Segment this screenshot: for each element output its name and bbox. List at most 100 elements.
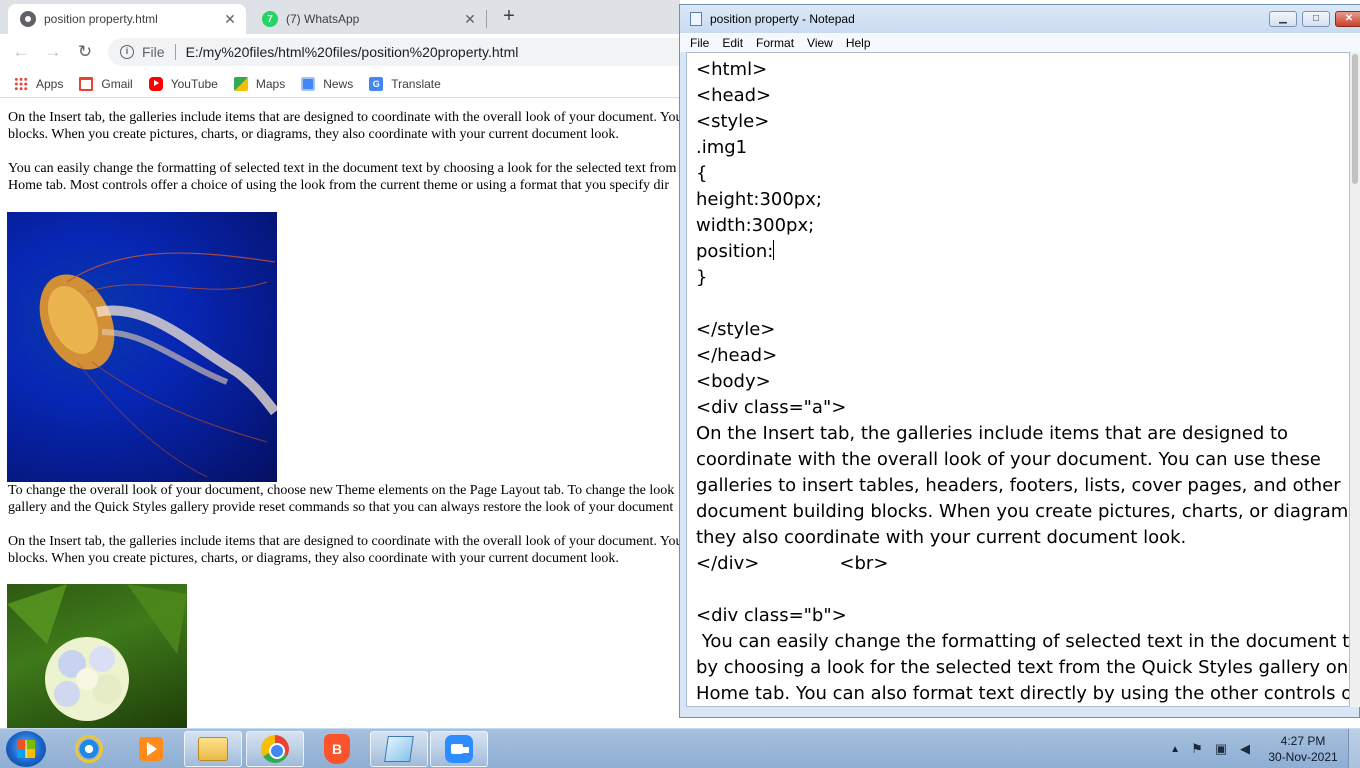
system-tray: ▲ ⚑ ▣ ◀ 4:27 PM 30-Nov-2021 (1170, 729, 1360, 768)
code-line: </div> <br> (696, 553, 889, 574)
taskbar-media-player[interactable] (122, 731, 180, 767)
menu-view[interactable]: View (807, 36, 833, 50)
paragraph-line: Home tab. Most controls offer a choice o… (8, 178, 670, 193)
code-line: </head> (696, 345, 778, 366)
bookmark-label: Gmail (101, 76, 133, 91)
taskbar-notepad[interactable] (370, 731, 428, 767)
notepad-menu-bar: File Edit Format View Help (680, 33, 1360, 52)
minimize-button[interactable]: ▁ (1269, 11, 1297, 27)
bookmark-gmail[interactable]: Gmail (79, 76, 133, 91)
bookmark-apps[interactable]: Apps (14, 76, 63, 91)
code-line: .img1 (696, 137, 748, 158)
code-line: On the Insert tab, the galleries include… (696, 423, 1289, 444)
bookmark-translate[interactable]: G Translate (369, 76, 441, 91)
notepad-icon (384, 736, 414, 762)
code-line: position: (696, 240, 775, 262)
paragraph-line: gallery and the Quick Styles gallery pro… (8, 500, 674, 515)
site-info-icon[interactable]: i (120, 45, 134, 59)
internet-explorer-icon (75, 735, 103, 763)
code-line: <div class="a"> (696, 397, 847, 418)
hydrangea-illustration (7, 584, 187, 721)
translate-icon: G (369, 76, 384, 91)
brave-lion-icon: B (324, 734, 350, 764)
scrollbar-thumb[interactable] (1352, 54, 1358, 184)
apps-icon (14, 76, 28, 91)
code-line: height:300px; (696, 189, 822, 210)
menu-file[interactable]: File (690, 36, 709, 50)
notepad-text-area[interactable]: <html> <head> <style> .img1 {height:300px; wi… (686, 52, 1350, 707)
code-line: <html> (696, 59, 768, 80)
bookmark-news[interactable]: News (301, 76, 353, 91)
taskbar-brave[interactable]: B (308, 731, 366, 767)
notepad-window: position property - Notepad ▁ □ ✕ File E… (679, 4, 1360, 718)
notepad-title-bar[interactable]: position property - Notepad ▁ □ ✕ (680, 5, 1360, 33)
show-hidden-icons-icon[interactable]: ▲ (1170, 744, 1180, 755)
vertical-scrollbar[interactable] (1350, 52, 1360, 707)
reload-icon[interactable]: ↻ (74, 41, 96, 63)
paragraph-4: On the Insert tab, the galleries include… (8, 533, 680, 567)
menu-edit[interactable]: Edit (722, 36, 743, 50)
code-line: </style> (696, 319, 776, 340)
tab-title: (7) WhatsApp (286, 12, 360, 26)
forward-arrow-icon[interactable]: → (42, 41, 64, 63)
clock-date: 30-Nov-2021 (1268, 750, 1338, 764)
paragraph-2: You can easily change the formatting of … (8, 160, 680, 194)
maximize-button[interactable]: □ (1302, 11, 1330, 27)
bookmark-maps[interactable]: Maps (233, 76, 285, 91)
code-line: Home tab. You can also format text direc… (696, 683, 1350, 704)
network-icon[interactable]: ▣ (1214, 742, 1228, 756)
tab-whatsapp[interactable]: 7 (7) WhatsApp ✕ (250, 4, 486, 34)
code-line: <head> (696, 85, 772, 106)
address-url: E:/my%20files/html%20files/position%20pr… (185, 44, 519, 60)
bookmark-label: Translate (391, 76, 441, 91)
address-bar[interactable]: i File E:/my%20files/html%20files/positi… (108, 38, 680, 66)
notepad-app-icon (690, 12, 702, 26)
tab-separator (486, 10, 487, 28)
taskbar: B ▲ ⚑ ▣ ◀ 4:27 PM 30-Nov-2021 (0, 728, 1360, 768)
close-button[interactable]: ✕ (1335, 11, 1360, 27)
code-line: width:300px; (696, 215, 815, 236)
tab-close-icon[interactable]: ✕ (222, 11, 238, 27)
taskbar-internet-explorer[interactable] (60, 731, 118, 767)
tab-title: position property.html (44, 12, 158, 26)
back-arrow-icon[interactable]: ← (10, 41, 32, 63)
bookmark-youtube[interactable]: YouTube (148, 76, 218, 91)
action-center-flag-icon[interactable]: ⚑ (1190, 742, 1204, 756)
text-caret (773, 240, 775, 260)
paragraph-line: On the Insert tab, the galleries include… (8, 110, 680, 125)
taskbar-file-explorer[interactable] (184, 731, 242, 767)
paragraph-line: blocks. When you create pictures, charts… (8, 127, 619, 142)
code-line: <div class="b"> (696, 605, 847, 626)
code-line: document building blocks. When you creat… (696, 501, 1350, 522)
paragraph-1: On the Insert tab, the galleries include… (8, 109, 680, 143)
bookmark-label: YouTube (170, 76, 218, 91)
menu-help[interactable]: Help (846, 36, 871, 50)
taskbar-chrome[interactable] (246, 731, 304, 767)
tab-close-icon[interactable]: ✕ (462, 11, 478, 27)
page-viewport[interactable]: On the Insert tab, the galleries include… (0, 98, 680, 728)
paragraph-3: To change the overall look of your docum… (8, 482, 680, 516)
windows-logo-icon (17, 740, 35, 758)
taskbar-zoom[interactable] (430, 731, 488, 767)
code-line: coordinate with the overall look of your… (696, 449, 1321, 470)
bookmarks-bar: Apps Gmail YouTube Maps News G Translate (0, 70, 680, 98)
paragraph-line: You can easily change the formatting of … (8, 161, 677, 176)
news-icon (301, 76, 316, 91)
tab-position-property[interactable]: position property.html ✕ (8, 4, 246, 34)
whatsapp-favicon-icon: 7 (262, 11, 278, 27)
paragraph-line: To change the overall look of your docum… (8, 483, 675, 498)
new-tab-button[interactable]: + (498, 6, 520, 28)
folder-icon (198, 737, 228, 761)
menu-format[interactable]: Format (756, 36, 794, 50)
show-desktop-button[interactable] (1348, 729, 1360, 768)
tab-strip: position property.html ✕ 7 (7) WhatsApp … (0, 0, 680, 34)
code-line: You can easily change the formatting of … (696, 631, 1350, 652)
code-line: they also coordinate with your current d… (696, 527, 1187, 548)
start-button[interactable] (6, 731, 46, 767)
volume-icon[interactable]: ◀ (1238, 742, 1252, 756)
browser-toolbar: ← → ↻ i File E:/my%20files/html%20files/… (0, 34, 680, 70)
system-clock[interactable]: 4:27 PM 30-Nov-2021 (1262, 733, 1344, 765)
clock-time: 4:27 PM (1280, 734, 1326, 748)
